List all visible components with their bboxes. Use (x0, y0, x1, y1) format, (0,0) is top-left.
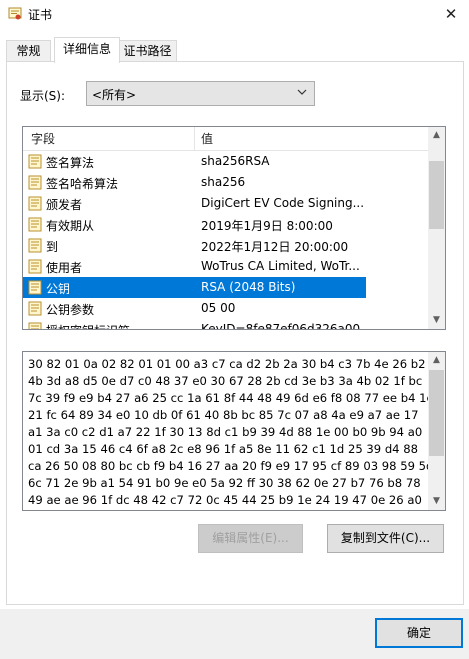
row-value: 2022年1月12日 20:00:00 (201, 240, 349, 254)
close-button[interactable]: ✕ (436, 2, 466, 27)
chevron-down-icon (297, 89, 307, 95)
row-value: 05 00 (201, 301, 236, 315)
tab-certification-path[interactable]: 证书路径 (118, 40, 177, 62)
list-row[interactable]: 授权密钥标识符 KeyID=8fe87ef06d326a00... (23, 319, 366, 330)
scroll-down-icon[interactable]: ▼ (428, 312, 445, 329)
row-value: WoTrus CA Limited, WoTr... (201, 259, 360, 273)
list-row[interactable]: 有效期从 2019年1月9日 8:00:00 (23, 214, 366, 235)
show-dropdown-value: <所有> (92, 88, 137, 102)
field-icon (28, 217, 42, 232)
tab-label: 常规 (16, 44, 41, 58)
field-icon (28, 154, 42, 169)
field-icon (28, 196, 42, 211)
show-dropdown[interactable]: <所有> (86, 81, 315, 106)
scroll-up-icon[interactable]: ▲ (428, 352, 445, 369)
field-icon (28, 175, 42, 190)
row-field: 使用者 (46, 261, 83, 275)
scroll-thumb[interactable] (429, 370, 444, 456)
tab-general[interactable]: 常规 (6, 40, 51, 62)
list-row[interactable]: 颁发者 DigiCert EV Code Signing... (23, 193, 366, 214)
scroll-up-icon[interactable]: ▲ (428, 127, 445, 144)
row-value: sha256 (201, 175, 246, 189)
window-title: 证书 (28, 8, 53, 22)
column-divider[interactable] (194, 127, 195, 150)
row-field: 授权密钥标识符 (46, 322, 130, 329)
hex-line: 4b 3d a8 d5 0e d7 c0 48 37 e0 30 67 28 2… (28, 374, 423, 388)
row-value: sha256RSA (201, 154, 270, 168)
list-row[interactable]: 到 2022年1月12日 20:00:00 (23, 235, 366, 256)
hex-line: 7c 39 f9 e9 b4 27 a6 25 cc 1a 61 8f 44 4… (28, 391, 434, 405)
column-header-value[interactable]: 值 (201, 130, 213, 147)
field-icon (28, 259, 42, 274)
hex-line: 6c 71 2e 9b a1 54 91 b0 9e e0 5a 92 ff 3… (28, 476, 421, 490)
field-icon (28, 322, 42, 329)
list-scrollbar[interactable]: ▲ ▼ (428, 127, 445, 329)
row-field: 到 (46, 240, 59, 254)
tab-label: 证书路径 (123, 44, 172, 58)
value-detail-box[interactable]: 30 82 01 0a 02 82 01 01 00 a3 c7 ca d2 2… (22, 351, 446, 511)
tab-details[interactable]: 详细信息 (54, 37, 120, 63)
hex-line: 49 ae ae 96 1f dc 48 42 c7 72 0c 45 44 2… (28, 493, 422, 507)
scroll-thumb[interactable] (429, 161, 444, 229)
hex-line: 30 82 01 0a 02 82 01 01 00 a3 c7 ca d2 2… (28, 357, 426, 371)
certificate-icon (8, 7, 22, 20)
list-row[interactable]: 签名算法 sha256RSA (23, 151, 366, 172)
hex-scrollbar[interactable]: ▲ ▼ (428, 352, 445, 510)
list-row-selected[interactable]: 公钥 RSA (2048 Bits) (23, 277, 366, 298)
hex-line: 01 cd 3a 15 46 c4 6f a8 2c e8 96 1f a5 8… (28, 442, 418, 456)
field-icon (28, 280, 42, 295)
row-value: RSA (2048 Bits) (201, 280, 296, 294)
row-value: KeyID=8fe87ef06d326a00... (201, 322, 366, 330)
hex-line: a1 3a c0 c2 d1 a7 22 1f 30 13 8d c1 b9 3… (28, 425, 423, 439)
close-icon: ✕ (444, 5, 458, 23)
row-value: DigiCert EV Code Signing... (201, 196, 365, 210)
tab-label: 详细信息 (62, 42, 111, 56)
field-icon (28, 301, 42, 316)
row-field: 签名哈希算法 (46, 177, 119, 191)
ok-button[interactable]: 确定 (375, 618, 463, 648)
scroll-down-icon[interactable]: ▼ (428, 493, 445, 510)
field-list[interactable]: 字段 值 签名算法 sha256RSA 签名哈希算法 sha256 颁发者 Di… (22, 126, 446, 330)
edit-properties-button[interactable]: 编辑属性(E)... (198, 524, 303, 553)
row-value: 2019年1月9日 8:00:00 (201, 219, 333, 233)
list-header: 字段 值 (23, 127, 429, 151)
copy-to-file-button[interactable]: 复制到文件(C)... (327, 524, 444, 553)
show-label: 显示(S): (20, 89, 66, 103)
title-bar: 证书 ✕ (0, 0, 469, 29)
row-field: 有效期从 (46, 219, 95, 233)
hex-line: ca 26 50 08 80 bc cb f9 b4 16 27 aa 20 f… (28, 459, 434, 473)
list-row[interactable]: 使用者 WoTrus CA Limited, WoTr... (23, 256, 366, 277)
list-row[interactable]: 公钥参数 05 00 (23, 298, 366, 319)
column-header-field[interactable]: 字段 (31, 130, 55, 147)
row-field: 颁发者 (46, 198, 83, 212)
field-icon (28, 238, 42, 253)
hex-line: 21 fc 64 89 34 e0 10 db 0f 61 40 8b bc 8… (28, 408, 419, 422)
row-field: 签名算法 (46, 156, 95, 170)
list-row[interactable]: 签名哈希算法 sha256 (23, 172, 366, 193)
row-field: 公钥参数 (46, 303, 95, 317)
row-field: 公钥 (46, 282, 71, 296)
